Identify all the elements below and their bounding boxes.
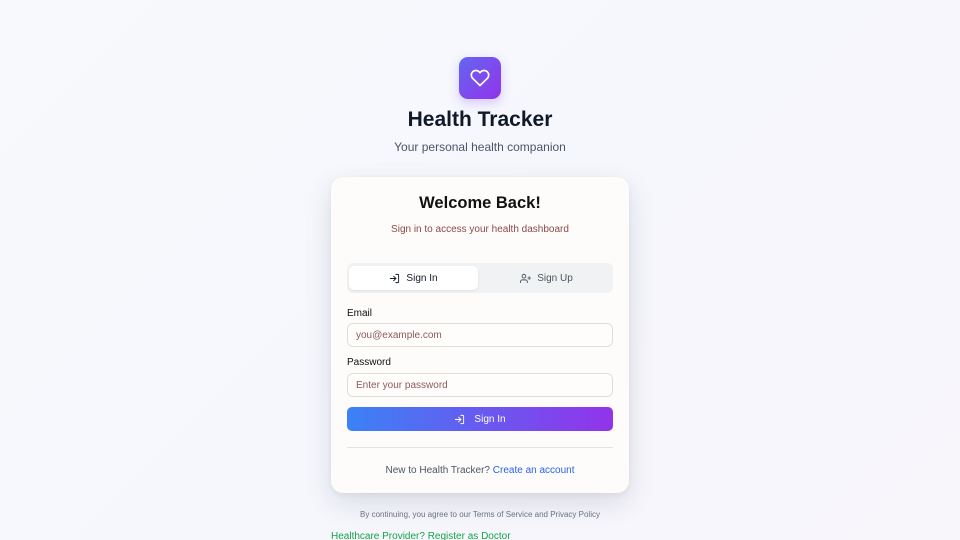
card-title: Welcome Back! — [419, 194, 541, 212]
tab-sign-in-label: Sign In — [406, 272, 438, 284]
password-field[interactable] — [347, 373, 613, 397]
log-in-icon — [454, 414, 465, 425]
heart-icon — [470, 68, 490, 88]
user-plus-icon — [520, 273, 532, 284]
legal-text: By continuing, you agree to our Terms of… — [360, 510, 600, 519]
divider — [347, 447, 613, 448]
password-label: Password — [347, 357, 391, 368]
email-label: Email — [347, 308, 373, 319]
card-subtitle: Sign in to access your health dashboard — [391, 224, 569, 235]
tab-sign-up[interactable]: Sign Up — [482, 266, 611, 290]
log-in-icon — [389, 273, 400, 284]
app-subtitle: Your personal health companion — [394, 140, 566, 154]
signup-prompt: New to Health Tracker? Create an account — [331, 465, 629, 476]
doctor-register-link[interactable]: Healthcare Provider? Register as Doctor — [331, 531, 511, 540]
signup-prompt-text: New to Health Tracker? — [385, 465, 491, 476]
login-card: Welcome Back! Sign in to access your hea… — [331, 177, 629, 493]
email-field[interactable] — [347, 323, 613, 347]
sign-in-button[interactable]: Sign In — [347, 407, 613, 431]
app-title: Health Tracker — [407, 108, 553, 131]
create-account-link[interactable]: Create an account — [493, 465, 575, 476]
sign-in-button-label: Sign In — [474, 413, 506, 425]
tab-sign-up-label: Sign Up — [537, 272, 573, 284]
tab-sign-in[interactable]: Sign In — [349, 266, 478, 290]
auth-tabs: Sign In Sign Up — [347, 263, 613, 293]
app-logo — [459, 57, 501, 99]
